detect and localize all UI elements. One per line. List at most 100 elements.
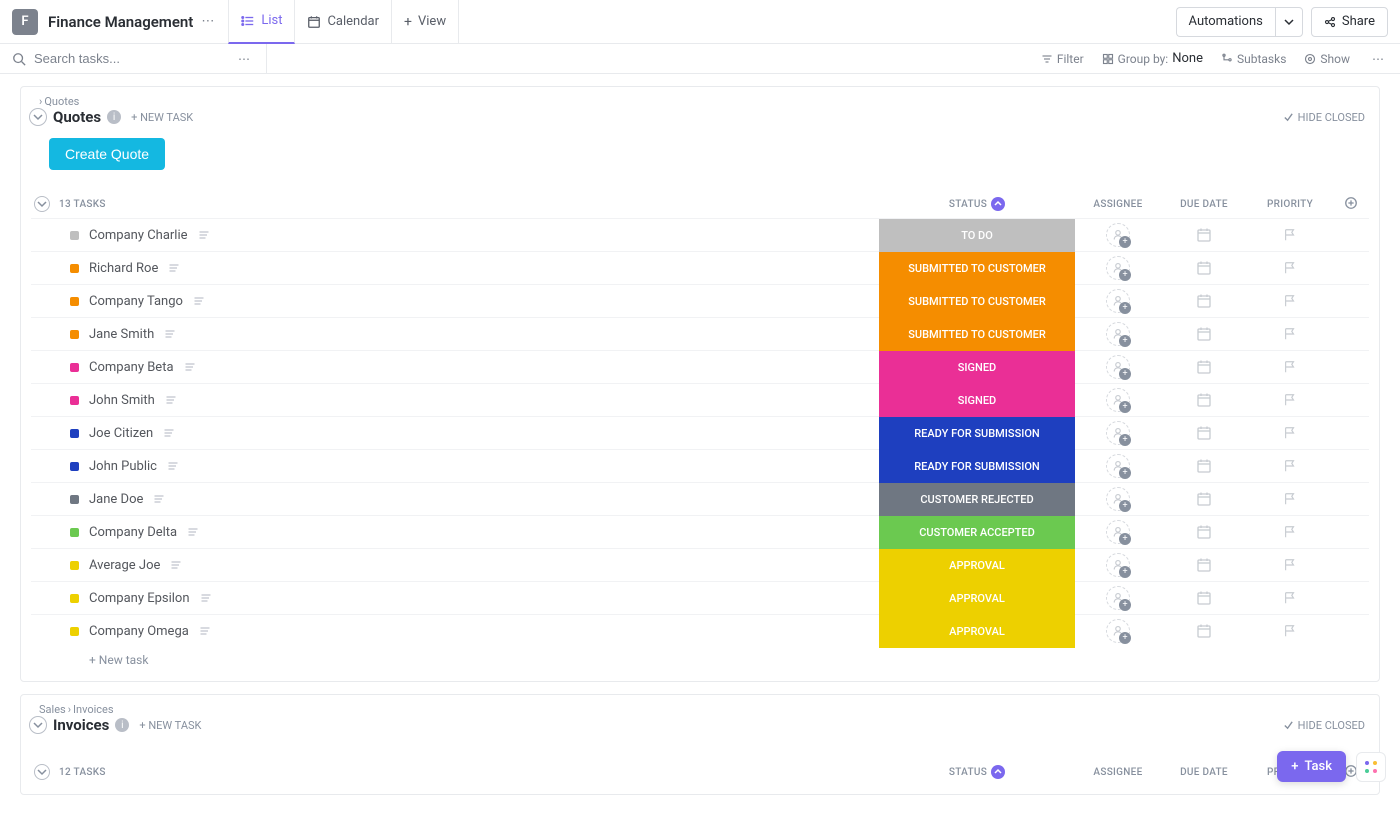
status-cell[interactable]: SUBMITTED TO CUSTOMER — [879, 318, 1075, 351]
assignee-cell[interactable]: + — [1075, 487, 1161, 511]
new-task-link[interactable]: + NEW TASK — [131, 111, 193, 124]
due-date-cell[interactable] — [1161, 491, 1247, 507]
status-cell[interactable]: APPROVAL — [879, 615, 1075, 648]
priority-cell[interactable] — [1247, 360, 1333, 374]
due-date-cell[interactable] — [1161, 524, 1247, 540]
assignee-cell[interactable]: + — [1075, 388, 1161, 412]
due-date-cell[interactable] — [1161, 359, 1247, 375]
assignee-cell[interactable]: + — [1075, 355, 1161, 379]
share-button[interactable]: Share — [1311, 7, 1388, 37]
priority-cell[interactable] — [1247, 525, 1333, 539]
tab-add-view[interactable]: + View — [392, 0, 459, 44]
column-due-date[interactable]: DUE DATE — [1161, 767, 1247, 778]
new-task-link[interactable]: + NEW TASK — [139, 719, 201, 732]
priority-cell[interactable] — [1247, 393, 1333, 407]
status-cell[interactable]: TO DO — [879, 219, 1075, 252]
priority-cell[interactable] — [1247, 426, 1333, 440]
automations-button[interactable]: Automations — [1176, 7, 1275, 37]
status-cell[interactable]: SIGNED — [879, 384, 1075, 417]
status-cell[interactable]: CUSTOMER REJECTED — [879, 483, 1075, 516]
due-date-cell[interactable] — [1161, 392, 1247, 408]
due-date-cell[interactable] — [1161, 557, 1247, 573]
info-icon[interactable]: i — [115, 718, 129, 732]
priority-cell[interactable] — [1247, 492, 1333, 506]
new-task-floating-button[interactable]: + Task — [1277, 751, 1346, 782]
due-date-cell[interactable] — [1161, 260, 1247, 276]
due-date-cell[interactable] — [1161, 425, 1247, 441]
table-row[interactable]: Jane DoeCUSTOMER REJECTED+ — [31, 482, 1369, 515]
priority-cell[interactable] — [1247, 558, 1333, 572]
table-row[interactable]: John PublicREADY FOR SUBMISSION+ — [31, 449, 1369, 482]
table-row[interactable]: Company EpsilonAPPROVAL+ — [31, 581, 1369, 614]
due-date-cell[interactable] — [1161, 293, 1247, 309]
add-column-button[interactable] — [1333, 196, 1369, 213]
breadcrumb-item[interactable]: Invoices — [73, 703, 114, 716]
status-cell[interactable]: SUBMITTED TO CUSTOMER — [879, 252, 1075, 285]
table-row[interactable]: John SmithSIGNED+ — [31, 383, 1369, 416]
search-input[interactable] — [34, 51, 174, 66]
due-date-cell[interactable] — [1161, 623, 1247, 639]
assignee-cell[interactable]: + — [1075, 421, 1161, 445]
search-more-icon[interactable]: ⋯ — [234, 52, 254, 66]
status-cell[interactable]: READY FOR SUBMISSION — [879, 450, 1075, 483]
table-row[interactable]: Average JoeAPPROVAL+ — [31, 548, 1369, 581]
assignee-cell[interactable]: + — [1075, 256, 1161, 280]
table-row[interactable]: Company CharlieTO DO+ — [31, 218, 1369, 251]
status-cell[interactable]: READY FOR SUBMISSION — [879, 417, 1075, 450]
status-cell[interactable]: CUSTOMER ACCEPTED — [879, 516, 1075, 549]
priority-cell[interactable] — [1247, 591, 1333, 605]
status-cell[interactable]: SIGNED — [879, 351, 1075, 384]
assignee-cell[interactable]: + — [1075, 223, 1161, 247]
filter-button[interactable]: Filter — [1041, 52, 1084, 66]
priority-cell[interactable] — [1247, 294, 1333, 308]
show-button[interactable]: Show — [1304, 52, 1350, 66]
info-icon[interactable]: i — [107, 110, 121, 124]
collapse-toggle[interactable] — [29, 108, 47, 126]
column-priority[interactable]: PRIORITY — [1247, 199, 1333, 210]
assignee-cell[interactable]: + — [1075, 520, 1161, 544]
collapse-all-toggle[interactable] — [34, 196, 50, 212]
priority-cell[interactable] — [1247, 261, 1333, 275]
status-cell[interactable]: SUBMITTED TO CUSTOMER — [879, 285, 1075, 318]
assignee-cell[interactable]: + — [1075, 586, 1161, 610]
column-status[interactable]: STATUS — [879, 765, 1075, 779]
table-row[interactable]: Company DeltaCUSTOMER ACCEPTED+ — [31, 515, 1369, 548]
table-row[interactable]: Company TangoSUBMITTED TO CUSTOMER+ — [31, 284, 1369, 317]
breadcrumb-item[interactable]: Quotes — [44, 95, 79, 108]
create-quote-button[interactable]: Create Quote — [49, 138, 165, 170]
due-date-cell[interactable] — [1161, 458, 1247, 474]
tab-list[interactable]: List — [228, 0, 295, 44]
column-status[interactable]: STATUS — [879, 197, 1075, 211]
due-date-cell[interactable] — [1161, 326, 1247, 342]
due-date-cell[interactable] — [1161, 590, 1247, 606]
table-row[interactable]: Joe CitizenREADY FOR SUBMISSION+ — [31, 416, 1369, 449]
table-row[interactable]: Company OmegaAPPROVAL+ — [31, 614, 1369, 647]
hide-closed-toggle[interactable]: HIDE CLOSED — [1283, 719, 1365, 732]
assignee-cell[interactable]: + — [1075, 289, 1161, 313]
priority-cell[interactable] — [1247, 459, 1333, 473]
status-cell[interactable]: APPROVAL — [879, 549, 1075, 582]
priority-cell[interactable] — [1247, 228, 1333, 242]
apps-floating-button[interactable] — [1356, 752, 1386, 782]
table-row[interactable]: Jane SmithSUBMITTED TO CUSTOMER+ — [31, 317, 1369, 350]
table-row[interactable]: Richard RoeSUBMITTED TO CUSTOMER+ — [31, 251, 1369, 284]
priority-cell[interactable] — [1247, 624, 1333, 638]
collapse-toggle[interactable] — [29, 716, 47, 734]
group-by-button[interactable]: Group by: None — [1102, 51, 1203, 66]
automations-dropdown[interactable] — [1275, 7, 1303, 37]
table-row[interactable]: Company BetaSIGNED+ — [31, 350, 1369, 383]
column-assignee[interactable]: ASSIGNEE — [1075, 767, 1161, 778]
due-date-cell[interactable] — [1161, 227, 1247, 243]
assignee-cell[interactable]: + — [1075, 454, 1161, 478]
tab-calendar[interactable]: Calendar — [295, 0, 392, 44]
assignee-cell[interactable]: + — [1075, 619, 1161, 643]
assignee-cell[interactable]: + — [1075, 322, 1161, 346]
priority-cell[interactable] — [1247, 327, 1333, 341]
collapse-all-toggle[interactable] — [34, 764, 50, 780]
new-task-row[interactable]: + New task — [31, 647, 1369, 673]
more-icon[interactable]: ⋯ — [197, 14, 218, 29]
toolbar-more-icon[interactable]: ⋯ — [1368, 52, 1388, 66]
hide-closed-toggle[interactable]: HIDE CLOSED — [1283, 111, 1365, 124]
breadcrumb-item[interactable]: Sales — [39, 703, 66, 716]
column-due-date[interactable]: DUE DATE — [1161, 199, 1247, 210]
